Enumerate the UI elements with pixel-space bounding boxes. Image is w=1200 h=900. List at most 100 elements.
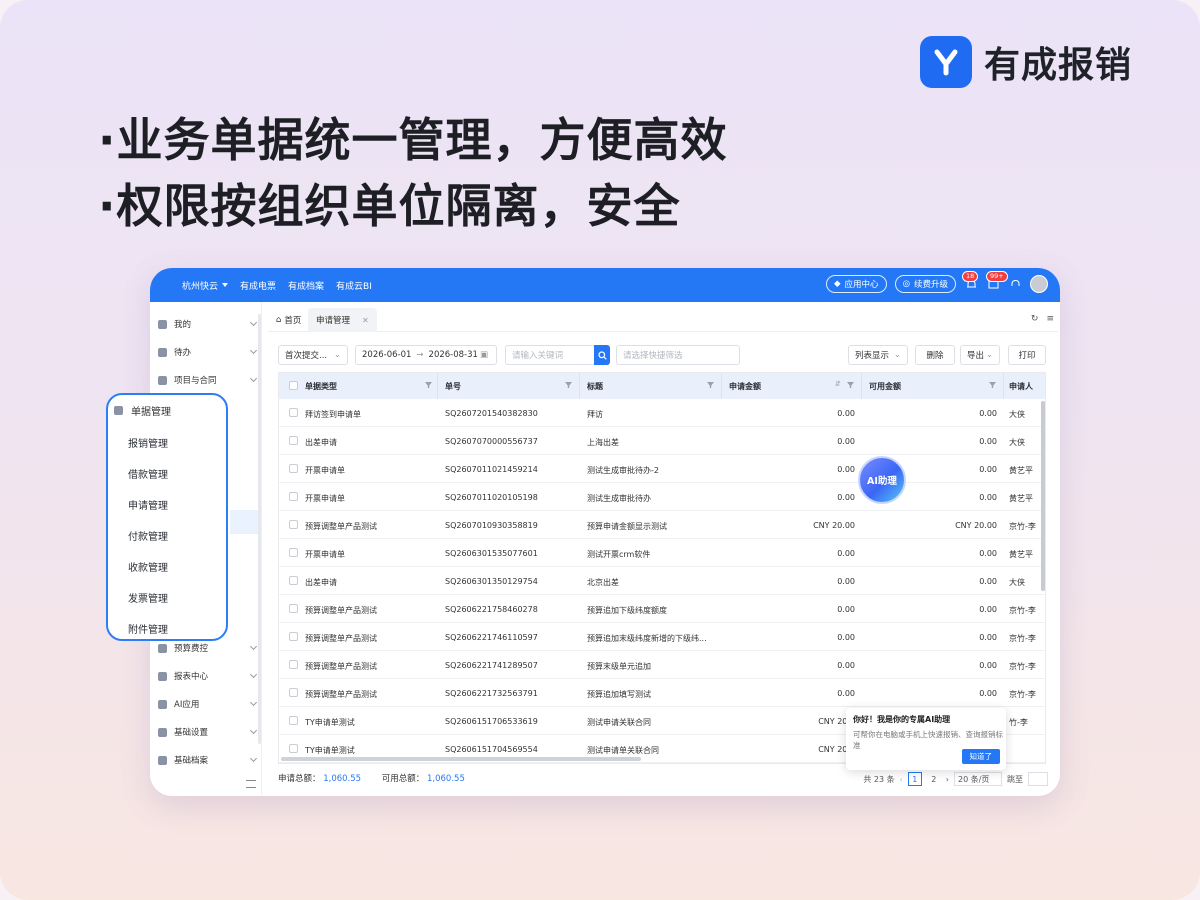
table-cell: 0.00 (979, 409, 997, 418)
search-button[interactable] (594, 345, 610, 365)
ai-got-it-button[interactable]: 知道了 (961, 749, 1000, 764)
submenu-receipt[interactable]: 收款管理 (128, 559, 168, 574)
prev-page-icon[interactable]: ‹ (900, 775, 903, 784)
tab-apply-management[interactable]: 申请管理 ✕ (308, 308, 377, 332)
ai-assistant-bubble[interactable]: AI助理 (858, 456, 906, 504)
column-header[interactable]: 申请人 (1009, 381, 1033, 392)
row-checkbox[interactable] (289, 632, 298, 641)
keyword-search-input[interactable]: 请输入关键词 (505, 345, 595, 365)
row-checkbox[interactable] (289, 576, 298, 585)
row-checkbox[interactable] (289, 464, 298, 473)
total-count: 共 23 条 (863, 774, 895, 784)
column-header[interactable]: 单号 (445, 381, 461, 392)
sidebar-item-ai[interactable]: AI应用 (158, 694, 258, 714)
app-center-button[interactable]: ◆ 应用中心 (826, 275, 887, 293)
row-checkbox[interactable] (289, 744, 298, 753)
nav-e-invoice[interactable]: 有成电票 (240, 279, 276, 292)
column-header[interactable]: 标题 (587, 381, 603, 392)
row-checkbox[interactable] (289, 660, 298, 669)
table-horizontal-scrollbar[interactable] (281, 757, 641, 761)
filter-icon[interactable] (707, 382, 714, 388)
sidebar-item-report[interactable]: 报表中心 (158, 666, 258, 686)
page-button[interactable]: 1 (907, 772, 922, 786)
table-cell: 大侠 (1009, 438, 1025, 447)
table-row[interactable]: 预算调整单产品测试 SQ2606221746110597 预算追加末级纬度新增的下级… (279, 623, 1045, 651)
next-page-icon[interactable]: › (946, 775, 949, 784)
table-row[interactable]: 开票申请单 SQ2606301535077601 测试开票crm软件 0.00 0.00… (279, 539, 1045, 567)
date-range-picker[interactable]: 2026-06-01 → 2026-08-31 ▣ (355, 345, 497, 365)
submenu-application[interactable]: 申请管理 (128, 497, 168, 512)
table-vertical-scrollbar[interactable] (1041, 401, 1045, 591)
renew-button[interactable]: ◎ 续费升级 (894, 275, 956, 293)
submenu-attachment[interactable]: 附件管理 (128, 621, 168, 636)
print-button[interactable]: 打印 (1008, 345, 1046, 365)
menu-icon[interactable]: ≡ (1046, 314, 1054, 324)
sidebar-group-document-management[interactable]: 单据管理 (114, 403, 171, 418)
submenu-invoice[interactable]: 发票管理 (128, 590, 168, 605)
sidebar-item-settings[interactable]: 基础设置 (158, 722, 258, 742)
row-checkbox[interactable] (289, 688, 298, 697)
filter-icon[interactable] (425, 382, 432, 388)
sidebar-item-label: AI应用 (174, 700, 200, 710)
refresh-icon[interactable]: ↻ (1031, 314, 1039, 324)
table-row[interactable]: 开票申请单 SQ2607011021459214 测试生成审批待办-2 0.00 0.0… (279, 455, 1045, 483)
table-row[interactable]: 拜访签到申请单 SQ2607201540382830 拜访 0.00 0.00 大侠 (279, 399, 1045, 427)
table-row[interactable]: 出差申请 SQ2607070000556737 上海出差 0.00 0.00 大侠 (279, 427, 1045, 455)
table-row[interactable]: 开票申请单 SQ2607011020105198 测试生成审批待办 0.00 0.00 黄… (279, 483, 1045, 511)
nav-bi[interactable]: 有成云BI (336, 279, 372, 292)
filter-icon[interactable] (989, 382, 996, 388)
message-icon[interactable]: 99+ (986, 271, 1008, 291)
org-switcher[interactable]: 杭州快云 (182, 279, 229, 292)
row-checkbox[interactable] (289, 548, 298, 557)
list-display-button[interactable]: 列表显示 ⌄ (848, 345, 908, 365)
table-row[interactable]: 出差申请 SQ2606301350129754 北京出差 0.00 0.00 大侠 (279, 567, 1045, 595)
filter-icon[interactable] (565, 382, 572, 388)
select-all-checkbox[interactable] (289, 381, 298, 390)
column-header[interactable]: 申请金额 (729, 381, 761, 392)
sidebar-scrollbar[interactable] (258, 314, 261, 744)
nav-archive[interactable]: 有成档案 (288, 279, 324, 292)
delete-button[interactable]: 删除 (915, 345, 955, 365)
row-checkbox[interactable] (289, 492, 298, 501)
collapse-sidebar-icon[interactable] (246, 780, 256, 788)
sidebar-item-archive[interactable]: 基础档案 (158, 750, 258, 770)
headset-icon[interactable] (1008, 277, 1022, 291)
row-checkbox[interactable] (289, 604, 298, 613)
notification-bell-icon[interactable]: 18 (962, 271, 979, 291)
close-icon[interactable]: ✕ (362, 316, 369, 325)
jump-input[interactable] (1028, 772, 1048, 786)
chevron-down-icon (222, 283, 229, 287)
avatar[interactable] (1030, 275, 1048, 293)
table-row[interactable]: 预算调整单产品测试 SQ2606221758460278 预算追加下级纬度额度 0.0… (279, 595, 1045, 623)
column-header[interactable]: 单据类型 (305, 381, 337, 392)
sidebar-item-contract[interactable]: 项目与合同 (158, 370, 258, 390)
page-size-select[interactable]: 20 条/页 (954, 772, 1002, 786)
row-checkbox[interactable] (289, 716, 298, 725)
submenu-reimbursement[interactable]: 报销管理 (128, 435, 168, 450)
submenu-loan[interactable]: 借款管理 (128, 466, 168, 481)
table-row[interactable]: 预算调整单产品测试 SQ2607010930358819 预算申请金额显示测试 CNY… (279, 511, 1045, 539)
filter-icon[interactable] (847, 382, 854, 388)
quick-filter-select[interactable]: 请选择快捷筛选 (616, 345, 740, 365)
tab-home[interactable]: ⌂ 首页 (268, 308, 309, 332)
table-cell: 测试申请单关联合同 (587, 746, 659, 755)
contract-icon (158, 375, 167, 385)
sidebar-item-budget[interactable]: 预算费控 (158, 638, 258, 658)
sidebar-item-todo[interactable]: 待办 (158, 342, 258, 362)
export-button[interactable]: 导出 ⌄ (960, 345, 1000, 365)
page-button[interactable]: 2 (927, 772, 941, 786)
ai-popup-title: 你好！我是你的专属AI助理 (853, 715, 951, 724)
row-checkbox[interactable] (289, 408, 298, 417)
renew-label: 续费升级 (913, 280, 948, 290)
submenu-payment[interactable]: 付款管理 (128, 528, 168, 543)
top-bar: 杭州快云 有成电票 有成档案 有成云BI ◆ 应用中心 ◎ 续费升级 18 99… (150, 268, 1060, 302)
sort-icon[interactable]: ⇵ (835, 380, 841, 388)
date-type-select[interactable]: 首次提交... ⌄ (278, 345, 348, 365)
row-checkbox[interactable] (289, 436, 298, 445)
column-header[interactable]: 可用金额 (869, 381, 901, 392)
table-row[interactable]: 预算调整单产品测试 SQ2606221741289507 预算末级单元追加 0.00 0… (279, 651, 1045, 679)
table-row[interactable]: 预算调整单产品测试 SQ2606221732563791 预算追加填写测试 0.00 0… (279, 679, 1045, 707)
row-checkbox[interactable] (289, 520, 298, 529)
sidebar-item-mine[interactable]: 我的 (158, 314, 258, 334)
chevron-down-icon (249, 346, 258, 355)
